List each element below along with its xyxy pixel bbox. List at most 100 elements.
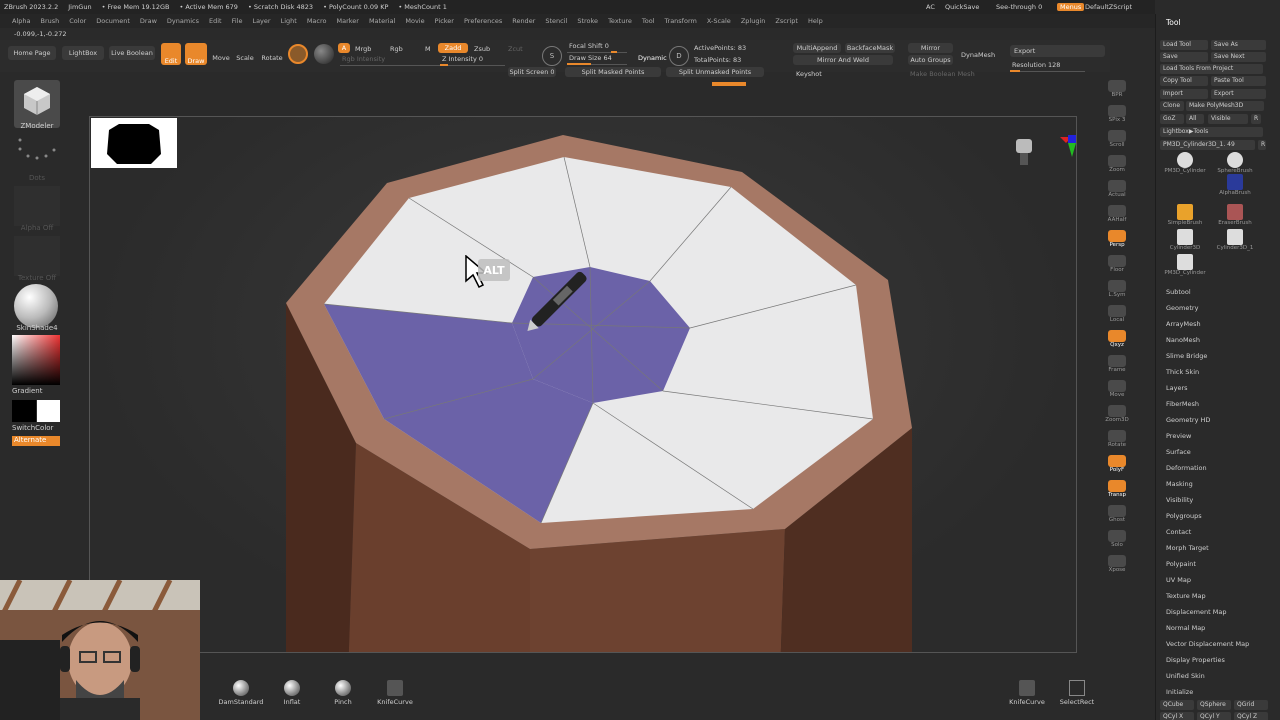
tool-thumb-spherebrush[interactable]: SphereBrush xyxy=(1210,152,1260,174)
tray-menu-layers[interactable]: Layers xyxy=(1166,384,1188,392)
menu-marker[interactable]: Marker xyxy=(336,17,358,25)
rotate-button[interactable]: Rotate xyxy=(260,54,284,62)
d-icon[interactable]: D xyxy=(669,46,689,66)
tray-menu-preview[interactable]: Preview xyxy=(1166,432,1191,440)
knifecurve-tool-button[interactable]: KnifeCurve xyxy=(1002,680,1052,706)
scale-button[interactable]: Scale xyxy=(235,54,255,62)
tray-menu-fibermesh[interactable]: FiberMesh xyxy=(1166,400,1199,408)
knifecurve-brush[interactable]: KnifeCurve xyxy=(370,680,420,706)
color-picker[interactable] xyxy=(12,335,60,385)
tray-menu-contact[interactable]: Contact xyxy=(1166,528,1191,536)
menu-layer[interactable]: Layer xyxy=(252,17,270,25)
export-button[interactable]: Export xyxy=(1010,45,1105,57)
home-page-button[interactable]: Home Page xyxy=(8,46,56,60)
tray-menu-initialize[interactable]: Initialize xyxy=(1166,688,1193,696)
resolution-slider[interactable]: Resolution 128 xyxy=(1010,61,1085,72)
tray-button-import[interactable]: Import xyxy=(1160,89,1208,99)
damstandard-brush[interactable]: DamStandard xyxy=(216,680,266,706)
tool-thumb-cylinder3d[interactable]: Cylinder3D xyxy=(1160,229,1210,251)
menu-tool[interactable]: Tool xyxy=(642,17,655,25)
mirror-button[interactable]: Mirror xyxy=(908,43,953,53)
live-boolean-button[interactable]: Live Boolean xyxy=(109,46,155,60)
switchcolor-label[interactable]: SwitchColor xyxy=(12,424,53,432)
defaultscript-button[interactable]: DefaultZScript xyxy=(1085,3,1132,11)
tray-button-clone[interactable]: Clone xyxy=(1160,101,1184,111)
tray-menu-vectordisplacementmap[interactable]: Vector Displacement Map xyxy=(1166,640,1249,648)
draw-button[interactable]: Draw xyxy=(185,43,207,65)
tray-menu-polypaint[interactable]: Polypaint xyxy=(1166,560,1196,568)
material-sphere-icon[interactable] xyxy=(14,284,58,328)
tray-button-visible[interactable]: Visible xyxy=(1208,114,1248,124)
focal-shift-slider[interactable]: Focal Shift 0 xyxy=(567,42,627,53)
zmodeler-brush-icon[interactable] xyxy=(14,80,60,128)
shelf-scroll-button[interactable]: Scroll xyxy=(1104,130,1130,152)
tray-menu-subtool[interactable]: Subtool xyxy=(1166,288,1191,296)
menus-button[interactable]: Menus xyxy=(1057,3,1085,11)
menu-edit[interactable]: Edit xyxy=(209,17,222,25)
alternate-button[interactable]: Alternate xyxy=(12,436,60,446)
tray-menu-geometryhd[interactable]: Geometry HD xyxy=(1166,416,1210,424)
m-button[interactable]: M xyxy=(425,45,431,53)
menu-transform[interactable]: Transform xyxy=(665,17,697,25)
menu-movie[interactable]: Movie xyxy=(405,17,424,25)
tray-button-loadtool[interactable]: Load Tool xyxy=(1160,40,1208,50)
material-sphere-icon[interactable] xyxy=(288,44,308,64)
tray-button-loadtoolsfromproject[interactable]: Load Tools From Project xyxy=(1160,64,1263,74)
shelf-ghost-button[interactable]: Ghost xyxy=(1104,505,1130,527)
tray-button-save[interactable]: Save xyxy=(1160,52,1208,62)
document-canvas[interactable]: ALT xyxy=(89,116,1077,653)
menu-picker[interactable]: Picker xyxy=(435,17,454,25)
shelf-polyf-button[interactable]: PolyF xyxy=(1104,455,1130,477)
tray-menu-polygroups[interactable]: Polygroups xyxy=(1166,512,1202,520)
s-icon[interactable]: S xyxy=(542,46,562,66)
shelf-rotate-button[interactable]: Rotate xyxy=(1104,430,1130,452)
tray-menu-displayproperties[interactable]: Display Properties xyxy=(1166,656,1225,664)
menu-xscale[interactable]: X-Scale xyxy=(707,17,731,25)
shelf-bpr-button[interactable]: BPR xyxy=(1104,80,1130,102)
tray-menu-displacementmap[interactable]: Displacement Map xyxy=(1166,608,1226,616)
mirror-and-weld-button[interactable]: Mirror And Weld xyxy=(793,55,893,65)
tray-menu-masking[interactable]: Masking xyxy=(1166,480,1193,488)
shelf-zoom3d-button[interactable]: Zoom3D xyxy=(1104,405,1130,427)
shelf-floor-button[interactable]: Floor xyxy=(1104,255,1130,277)
menu-file[interactable]: File xyxy=(232,17,243,25)
a-toggle[interactable]: A xyxy=(338,43,350,53)
tray-menu-nanomesh[interactable]: NanoMesh xyxy=(1166,336,1200,344)
tray-button-r[interactable]: R xyxy=(1258,140,1266,150)
tray-menu-slimebridge[interactable]: Slime Bridge xyxy=(1166,352,1207,360)
menu-texture[interactable]: Texture xyxy=(608,17,632,25)
multiappend-button[interactable]: MultiAppend xyxy=(793,43,841,53)
quicksave-button[interactable]: QuickSave xyxy=(945,3,979,11)
tray-menu-normalmap[interactable]: Normal Map xyxy=(1166,624,1205,632)
shelf-qxyz-button[interactable]: Qxyz xyxy=(1104,330,1130,352)
init-button-qcylz[interactable]: QCyl Z xyxy=(1234,712,1268,720)
tray-button-pastetool[interactable]: Paste Tool xyxy=(1211,76,1266,86)
tray-menu-visibility[interactable]: Visibility xyxy=(1166,496,1193,504)
tray-menu-geometry[interactable]: Geometry xyxy=(1166,304,1198,312)
tool-thumb-pm3dcylinder[interactable]: PM3D_Cylinder xyxy=(1160,152,1210,174)
backfacemask-button[interactable]: BackfaceMask xyxy=(845,43,895,53)
auto-groups-button[interactable]: Auto Groups xyxy=(908,55,953,65)
menu-help[interactable]: Help xyxy=(808,17,823,25)
edit-button[interactable]: Edit xyxy=(161,43,181,65)
lightbox-button[interactable]: LightBox xyxy=(62,46,104,60)
tool-thumb-alphabrush[interactable]: AlphaBrush xyxy=(1210,174,1260,196)
shelf-zoom-button[interactable]: Zoom xyxy=(1104,155,1130,177)
tool-thumb-simplebrush[interactable]: SimpleBrush xyxy=(1160,204,1210,226)
split-masked-button[interactable]: Split Masked Points xyxy=(565,67,661,77)
shelf-aahalf-button[interactable]: AAHalf xyxy=(1104,205,1130,227)
tray-button-r[interactable]: R xyxy=(1251,114,1261,124)
init-button-qgrid[interactable]: QGrid xyxy=(1234,700,1268,710)
tray-menu-deformation[interactable]: Deformation xyxy=(1166,464,1207,472)
make-boolean-button[interactable]: Make Boolean Mesh xyxy=(910,70,975,78)
menu-alpha[interactable]: Alpha xyxy=(12,17,30,25)
axis-gizmo-icon[interactable] xyxy=(1010,133,1076,183)
zadd-button[interactable]: Zadd xyxy=(438,43,468,53)
seethrough-slider[interactable]: See-through 0 xyxy=(996,3,1042,11)
menu-light[interactable]: Light xyxy=(281,17,297,25)
rgb-intensity-slider[interactable]: Rgb Intensity xyxy=(340,55,450,66)
tray-menu-thickskin[interactable]: Thick Skin xyxy=(1166,368,1199,376)
dynamesh-button[interactable]: DynaMesh xyxy=(961,51,995,59)
tray-button-goz[interactable]: GoZ xyxy=(1160,114,1184,124)
menu-render[interactable]: Render xyxy=(512,17,535,25)
